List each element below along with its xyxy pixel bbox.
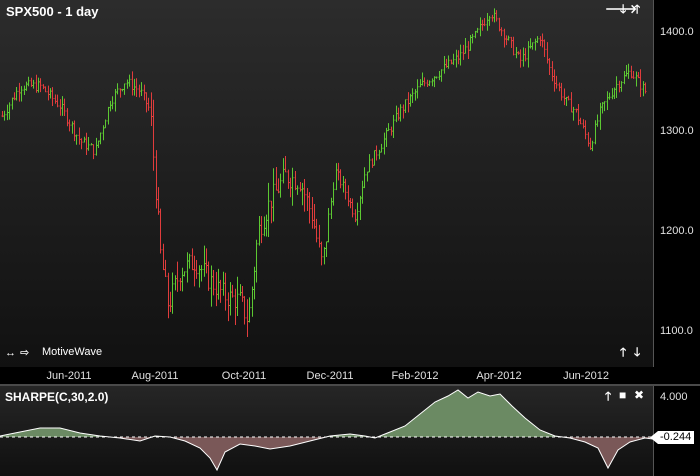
current-value-tag: -0.244 <box>650 431 695 444</box>
time-tick: Jun-2011 <box>46 370 92 382</box>
price-bars <box>1 8 647 337</box>
time-tick: Feb-2012 <box>391 370 439 382</box>
time-tick: Apr-2012 <box>476 370 522 382</box>
price-axis[interactable] <box>653 0 700 367</box>
chart-title: SPX500 - 1 day <box>6 4 99 19</box>
price-tick: 1300.0 <box>660 125 694 137</box>
brand-label: MotiveWave <box>42 346 103 358</box>
pan-both-icon[interactable]: ↔ <box>5 347 16 359</box>
time-tick: Dec-2011 <box>306 370 354 382</box>
time-tick: Jun-2012 <box>563 370 609 382</box>
close-icon[interactable]: ✖ <box>634 389 644 401</box>
price-tick: 1400.0 <box>660 26 694 38</box>
arrow-up-icon[interactable]: 🡑 <box>605 390 611 402</box>
indicator-panel[interactable]: SHARPE(C,30,2.0) 🡑 ■ ✖ <box>0 386 653 476</box>
axis-corner <box>653 367 700 384</box>
minimize-icon[interactable]: ■ <box>619 389 626 401</box>
time-tick: Aug-2011 <box>131 370 179 382</box>
indicator-tick: 4.000 <box>660 391 688 403</box>
arrow-up-icon[interactable]: 🡑 <box>634 3 640 15</box>
indicator-title: SHARPE(C,30,2.0) <box>5 390 109 404</box>
expand-icon[interactable]: ⇨ <box>20 347 29 359</box>
scroll-down-icon[interactable]: 🡓 <box>634 346 640 358</box>
price-chart-panel[interactable]: SPX500 - 1 day 🡒 🡓 🡑 ↔ ⇨ MotiveWave 🡑 🡓 <box>0 0 653 367</box>
arrow-down-icon[interactable]: 🡓 <box>620 3 626 15</box>
price-tick: 1200.0 <box>660 225 694 237</box>
price-tick: 1100.0 <box>660 325 693 337</box>
time-tick: Oct-2011 <box>221 370 267 382</box>
scroll-up-icon[interactable]: 🡑 <box>620 346 626 358</box>
